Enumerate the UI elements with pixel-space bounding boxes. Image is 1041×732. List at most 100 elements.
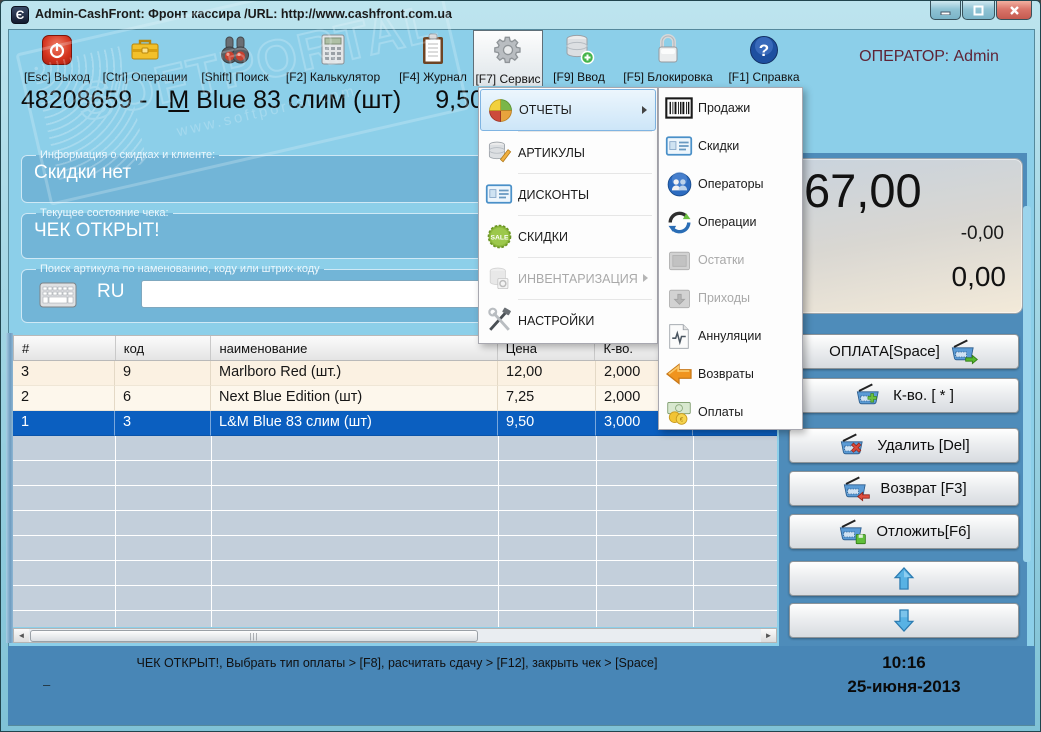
toolbar-button-search[interactable]: [Shift] Поиск [193, 32, 277, 84]
close-icon [1009, 5, 1019, 15]
submenu-item-discounts[interactable]: Скидки [660, 127, 801, 165]
operator-label: ОПЕРАТОР: Admin [859, 48, 999, 65]
gear-icon [492, 33, 524, 66]
scroll-right-arrow[interactable]: ► [761, 629, 776, 642]
database-edit-icon [480, 139, 518, 166]
clock-time: 10:16 [882, 653, 926, 672]
toolbox-icon [129, 32, 161, 65]
hold-button[interactable]: Отложить[F6] [789, 514, 1019, 549]
submenu-item-operations[interactable]: Операции [660, 203, 801, 241]
box-down-arrow-icon [660, 286, 698, 311]
help-icon: ? [749, 32, 779, 65]
basket-return-icon [844, 475, 871, 502]
refund-button[interactable]: Возврат [F3] [789, 471, 1019, 506]
table-empty-area [13, 436, 777, 627]
svg-text:?: ? [759, 41, 769, 60]
submenu-arrow-icon [643, 274, 648, 282]
discount-info-label: Информация о скидках и клиенте: [40, 149, 216, 161]
scroll-down-button[interactable] [789, 603, 1019, 638]
toolbar-button-input[interactable]: [F9] Ввод [547, 32, 611, 84]
delete-button[interactable]: Удалить [Del] [789, 428, 1019, 463]
submenu-item-receipts[interactable]: Приходы [660, 279, 801, 317]
basket-save-icon [840, 518, 867, 544]
menu-item-discounts[interactable]: SALE СКИДКИ [480, 215, 656, 257]
toolbar-button-service[interactable]: [F7] Сервис [473, 30, 543, 86]
vertical-scrollbar[interactable] [1023, 206, 1031, 562]
title-bar[interactable]: Є Admin-CashFront: Фронт кассира /URL: h… [1, 1, 1040, 29]
menu-item-settings[interactable]: НАСТРОЙКИ [480, 299, 656, 341]
barcode-icon [660, 96, 698, 120]
change-amount: 0,00 [951, 261, 1007, 292]
menu-item-discount-cards[interactable]: ДИСКОНТЫ [480, 173, 656, 215]
scroll-left-arrow[interactable]: ◄ [14, 629, 29, 642]
minimize-icon [940, 11, 951, 15]
submenu-item-annulments[interactable]: Аннуляции [660, 317, 801, 355]
toolbar-button-operations[interactable]: [Ctrl] Операции [99, 32, 191, 84]
menu-item-reports[interactable]: ОТЧЕТЫ [480, 89, 656, 131]
basket-remove-icon [841, 432, 864, 454]
submenu-item-payments[interactable]: € Оплаты [660, 393, 801, 431]
app-window: Є Admin-CashFront: Фронт кассира /URL: h… [0, 0, 1041, 732]
submenu-item-operators[interactable]: Операторы [660, 165, 801, 203]
status-dash: – [43, 677, 51, 692]
money-icon: € [660, 399, 698, 425]
submenu-item-leftovers[interactable]: Остатки [660, 241, 801, 279]
totals-panel: 67,00 -0,00 0,00 [791, 158, 1023, 314]
pie-chart-icon [481, 97, 519, 124]
maximize-icon [973, 5, 984, 15]
journal-icon [420, 32, 446, 65]
basket-plus-icon [856, 382, 879, 404]
discount-card-icon [660, 134, 698, 158]
database-add-icon [563, 32, 595, 65]
submenu-arrow-icon [642, 106, 647, 114]
keyboard-language-indicator: RU [97, 281, 125, 302]
sale-badge-icon: SALE [480, 223, 518, 250]
search-group-label: Поиск артикула по наменованию, коду или … [40, 263, 320, 275]
svg-text:SALE: SALE [490, 234, 509, 241]
menu-item-articles[interactable]: АРТИКУЛЫ [480, 131, 656, 173]
basket-arrow-right-icon [951, 338, 978, 365]
return-arrow-icon [660, 362, 698, 386]
operators-icon [660, 171, 698, 198]
submenu-item-sales[interactable]: Продажи [660, 89, 801, 127]
keyboard-icon[interactable] [39, 282, 77, 313]
calculator-icon [320, 32, 346, 65]
tools-icon [480, 307, 518, 334]
menu-item-inventory[interactable]: ИНВЕНТАРИЗАЦИЯ [480, 257, 656, 299]
pay-button[interactable]: ОПЛАТА[Space] [789, 334, 1019, 369]
column-header-name: наименование [211, 336, 498, 360]
discount-card-icon [480, 182, 518, 206]
discount-amount: -0,00 [960, 223, 1004, 244]
window-title: Admin-CashFront: Фронт кассира /URL: htt… [35, 7, 452, 21]
database-search-icon [480, 265, 518, 292]
column-header-num: # [14, 336, 116, 360]
maximize-button[interactable] [962, 1, 995, 20]
column-header-code: код [116, 336, 212, 360]
scrollbar-thumb[interactable]: ||| [30, 630, 478, 642]
submenu-item-returns[interactable]: Возвраты [660, 355, 801, 393]
toolbar-button-exit[interactable]: [Esc] Выход [15, 32, 99, 84]
box-icon [660, 248, 698, 273]
service-menu: ОТЧЕТЫ АРТИКУЛЫ ДИСКОНТЫ SALE СКИДКИ ИНВ… [478, 87, 658, 344]
table-left-edge [6, 333, 13, 643]
binoculars-icon [219, 32, 251, 65]
pulse-document-icon [660, 323, 698, 350]
clock-date: 25-июня-2013 [847, 677, 961, 696]
scroll-up-button[interactable] [789, 561, 1019, 596]
status-message: ЧЕК ОТКРЫТ!, Выбрать тип оплаты > [F8], … [136, 656, 658, 670]
quantity-button[interactable]: К-во. [ * ] [789, 378, 1019, 413]
toolbar-button-calculator[interactable]: [F2] Калькулятор [281, 32, 385, 84]
minimize-button[interactable] [930, 1, 961, 20]
arrow-up-icon [893, 567, 915, 590]
reports-submenu: Продажи Скидки Операторы Операции Остатк… [658, 87, 803, 430]
horizontal-scrollbar[interactable]: ◄ ||| ► [13, 628, 777, 643]
check-state-label: Текущее состояние чека: [40, 207, 169, 219]
app-icon: Є [11, 6, 29, 24]
total-amount: 67,00 [804, 164, 922, 217]
power-icon [42, 32, 72, 65]
toolbar-button-lock[interactable]: [F5] Блокировка [615, 32, 721, 84]
close-button[interactable] [996, 1, 1032, 20]
toolbar-button-journal[interactable]: [F4] Журнал [391, 32, 475, 84]
toolbar-button-help[interactable]: ? [F1] Справка [725, 32, 803, 84]
sync-arrows-icon [660, 209, 698, 236]
